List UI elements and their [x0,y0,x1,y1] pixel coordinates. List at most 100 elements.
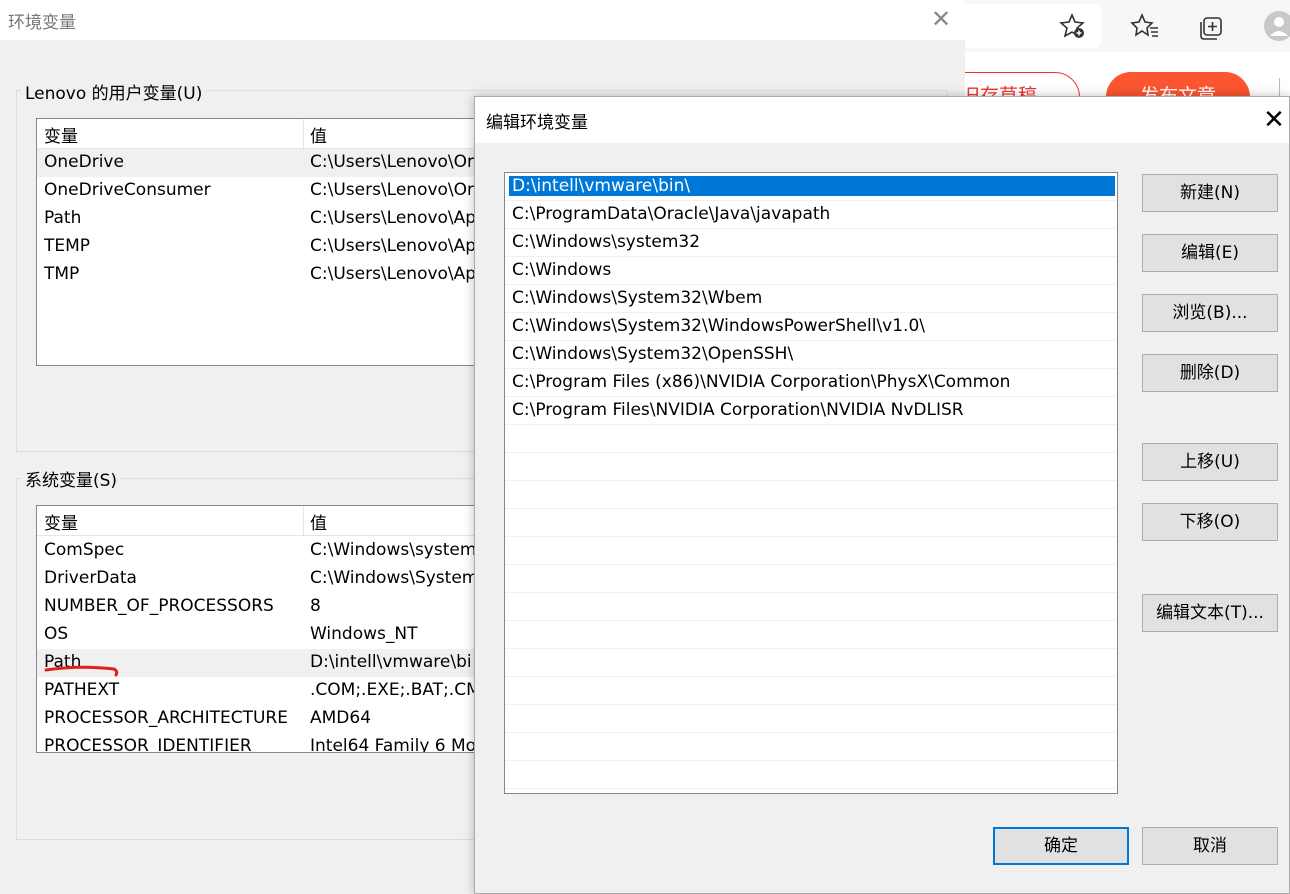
user-variables-list[interactable]: 变量 值 OneDrive C:\Users\Lenovo\Or OneDrive… [36,118,498,366]
table-row[interactable]: Path C:\Users\Lenovo\Ap [37,205,497,233]
variable-name: Path [44,208,82,228]
empty-row[interactable] [505,733,1117,761]
edit-environment-variable-dialog: 编辑环境变量 ✕ D:\intell\vmware\bin\ C:\Progra… [474,96,1290,894]
variable-name: ComSpec [44,540,125,560]
list-item[interactable]: C:\Windows\System32\Wbem [505,285,1117,313]
variable-name: OneDriveConsumer [44,180,211,200]
delete-button[interactable]: 删除(D) [1142,354,1278,392]
path-entry-text: D:\intell\vmware\bin\ [509,176,1115,196]
variable-value: C:\Users\Lenovo\Ap [310,236,477,256]
path-entry-text: C:\Windows\System32\WindowsPowerShell\v1… [512,316,925,336]
variable-name: PROCESSOR_IDENTIFIER [44,736,252,753]
cancel-button[interactable]: 取消 [1142,827,1278,865]
empty-row[interactable] [505,565,1117,593]
empty-row[interactable] [505,481,1117,509]
variable-value: C:\Users\Lenovo\Ap [310,208,477,228]
path-entry-text: C:\Program Files (x86)\NVIDIA Corporatio… [512,372,1011,392]
close-icon[interactable]: ✕ [1261,105,1287,135]
list-item[interactable]: C:\Windows\System32\OpenSSH\ [505,341,1117,369]
column-header-variable[interactable]: 变量 [44,509,78,534]
list-header: 变量 值 [37,506,497,536]
dialog-title: 环境变量 [8,13,76,33]
dialog-titlebar [0,0,965,40]
move-up-button[interactable]: 上移(U) [1142,443,1278,481]
variable-name: DriverData [44,568,137,588]
table-row[interactable]: PROCESSOR_ARCHITECTURE AMD64 [37,705,497,733]
variable-name: TMP [44,264,80,284]
path-entry-text: C:\Program Files\NVIDIA Corporation\NVID… [512,400,964,420]
list-item[interactable]: C:\Windows [505,257,1117,285]
path-entries-list[interactable]: D:\intell\vmware\bin\ C:\ProgramData\Ora… [504,172,1118,794]
empty-row[interactable] [505,705,1117,733]
empty-row[interactable] [505,621,1117,649]
empty-row[interactable] [505,649,1117,677]
variable-name: NUMBER_OF_PROCESSORS [44,596,274,616]
red-annotation-underline [44,665,119,677]
path-entry-text: C:\Windows [512,260,612,280]
table-row[interactable]: DriverData C:\Windows\System [37,565,497,593]
empty-row[interactable] [505,537,1117,565]
variable-name: PROCESSOR_ARCHITECTURE [44,708,288,728]
favorite-add-icon[interactable] [1057,11,1087,41]
variable-value: AMD64 [310,708,372,728]
list-item[interactable]: C:\Windows\system32 [505,229,1117,257]
variable-value: C:\Users\Lenovo\Or [310,152,475,172]
table-row[interactable]: OS Windows_NT [37,621,497,649]
empty-row[interactable] [505,677,1117,705]
variable-value: C:\Users\Lenovo\Or [310,180,475,200]
variable-name: OS [44,624,69,644]
list-header: 变量 值 [37,119,497,149]
variable-value: C:\Windows\system [310,540,477,560]
address-bar[interactable] [965,4,1102,48]
edit-button[interactable]: 编辑(E) [1142,234,1278,272]
variable-value: Windows_NT [310,624,418,644]
variable-value: D:\intell\vmware\bi [310,652,472,672]
variable-name: PATHEXT [44,680,120,700]
new-button[interactable]: 新建(N) [1142,174,1278,212]
empty-row[interactable] [505,425,1117,453]
ok-button[interactable]: 确定 [993,827,1129,865]
path-entry-text: C:\Windows\System32\Wbem [512,288,763,308]
column-header-variable[interactable]: 变量 [44,122,78,147]
list-item[interactable]: C:\ProgramData\Oracle\Java\javapath [505,201,1117,229]
list-item[interactable]: D:\intell\vmware\bin\ [505,173,1117,201]
variable-name: OneDrive [44,152,124,172]
path-entry-text: C:\Windows\System32\OpenSSH\ [512,344,794,364]
browse-button[interactable]: 浏览(B)... [1142,294,1278,332]
user-variables-label: Lenovo 的用户变量(U) [21,79,207,104]
empty-row[interactable] [505,453,1117,481]
table-row[interactable]: OneDrive C:\Users\Lenovo\Or [37,149,497,177]
close-icon[interactable]: ✕ [928,4,954,34]
variable-name: TEMP [44,236,91,256]
table-row[interactable]: OneDriveConsumer C:\Users\Lenovo\Or [37,177,497,205]
collections-icon[interactable] [1196,11,1226,41]
empty-row[interactable] [505,761,1117,789]
system-variables-label: 系统变量(S) [21,466,122,491]
table-row[interactable]: PROCESSOR_IDENTIFIER Intel64 Family 6 Mo [37,733,497,753]
table-row[interactable]: TEMP C:\Users\Lenovo\Ap [37,233,497,261]
empty-row[interactable] [505,593,1117,621]
system-variables-list[interactable]: 变量 值 ComSpec C:\Windows\system DriverData… [36,505,498,753]
variable-value: Intel64 Family 6 Mo [310,736,477,753]
variable-value: 8 [310,596,321,616]
list-item[interactable]: C:\Program Files\NVIDIA Corporation\NVID… [505,397,1117,425]
table-row[interactable]: PATHEXT .COM;.EXE;.BAT;.CM [37,677,497,705]
column-header-value[interactable]: 值 [310,509,327,534]
favorites-icon[interactable] [1130,11,1160,41]
column-header-value[interactable]: 值 [310,122,327,147]
list-item[interactable]: C:\Program Files (x86)\NVIDIA Corporatio… [505,369,1117,397]
path-entry-text: C:\ProgramData\Oracle\Java\javapath [512,204,831,224]
profile-icon[interactable] [1262,9,1290,43]
path-entry-text: C:\Windows\system32 [512,232,701,252]
dialog-titlebar [475,97,1289,143]
dialog-title: 编辑环境变量 [486,113,588,133]
variable-value: .COM;.EXE;.BAT;.CM [310,680,481,700]
empty-row[interactable] [505,509,1117,537]
edit-text-button[interactable]: 编辑文本(T)... [1142,594,1278,632]
table-row[interactable]: ComSpec C:\Windows\system [37,537,497,565]
move-down-button[interactable]: 下移(O) [1142,503,1278,541]
table-row[interactable]: TMP C:\Users\Lenovo\Ap [37,261,497,289]
list-item[interactable]: C:\Windows\System32\WindowsPowerShell\v1… [505,313,1117,341]
table-row[interactable]: NUMBER_OF_PROCESSORS 8 [37,593,497,621]
variable-value: C:\Users\Lenovo\Ap [310,264,477,284]
